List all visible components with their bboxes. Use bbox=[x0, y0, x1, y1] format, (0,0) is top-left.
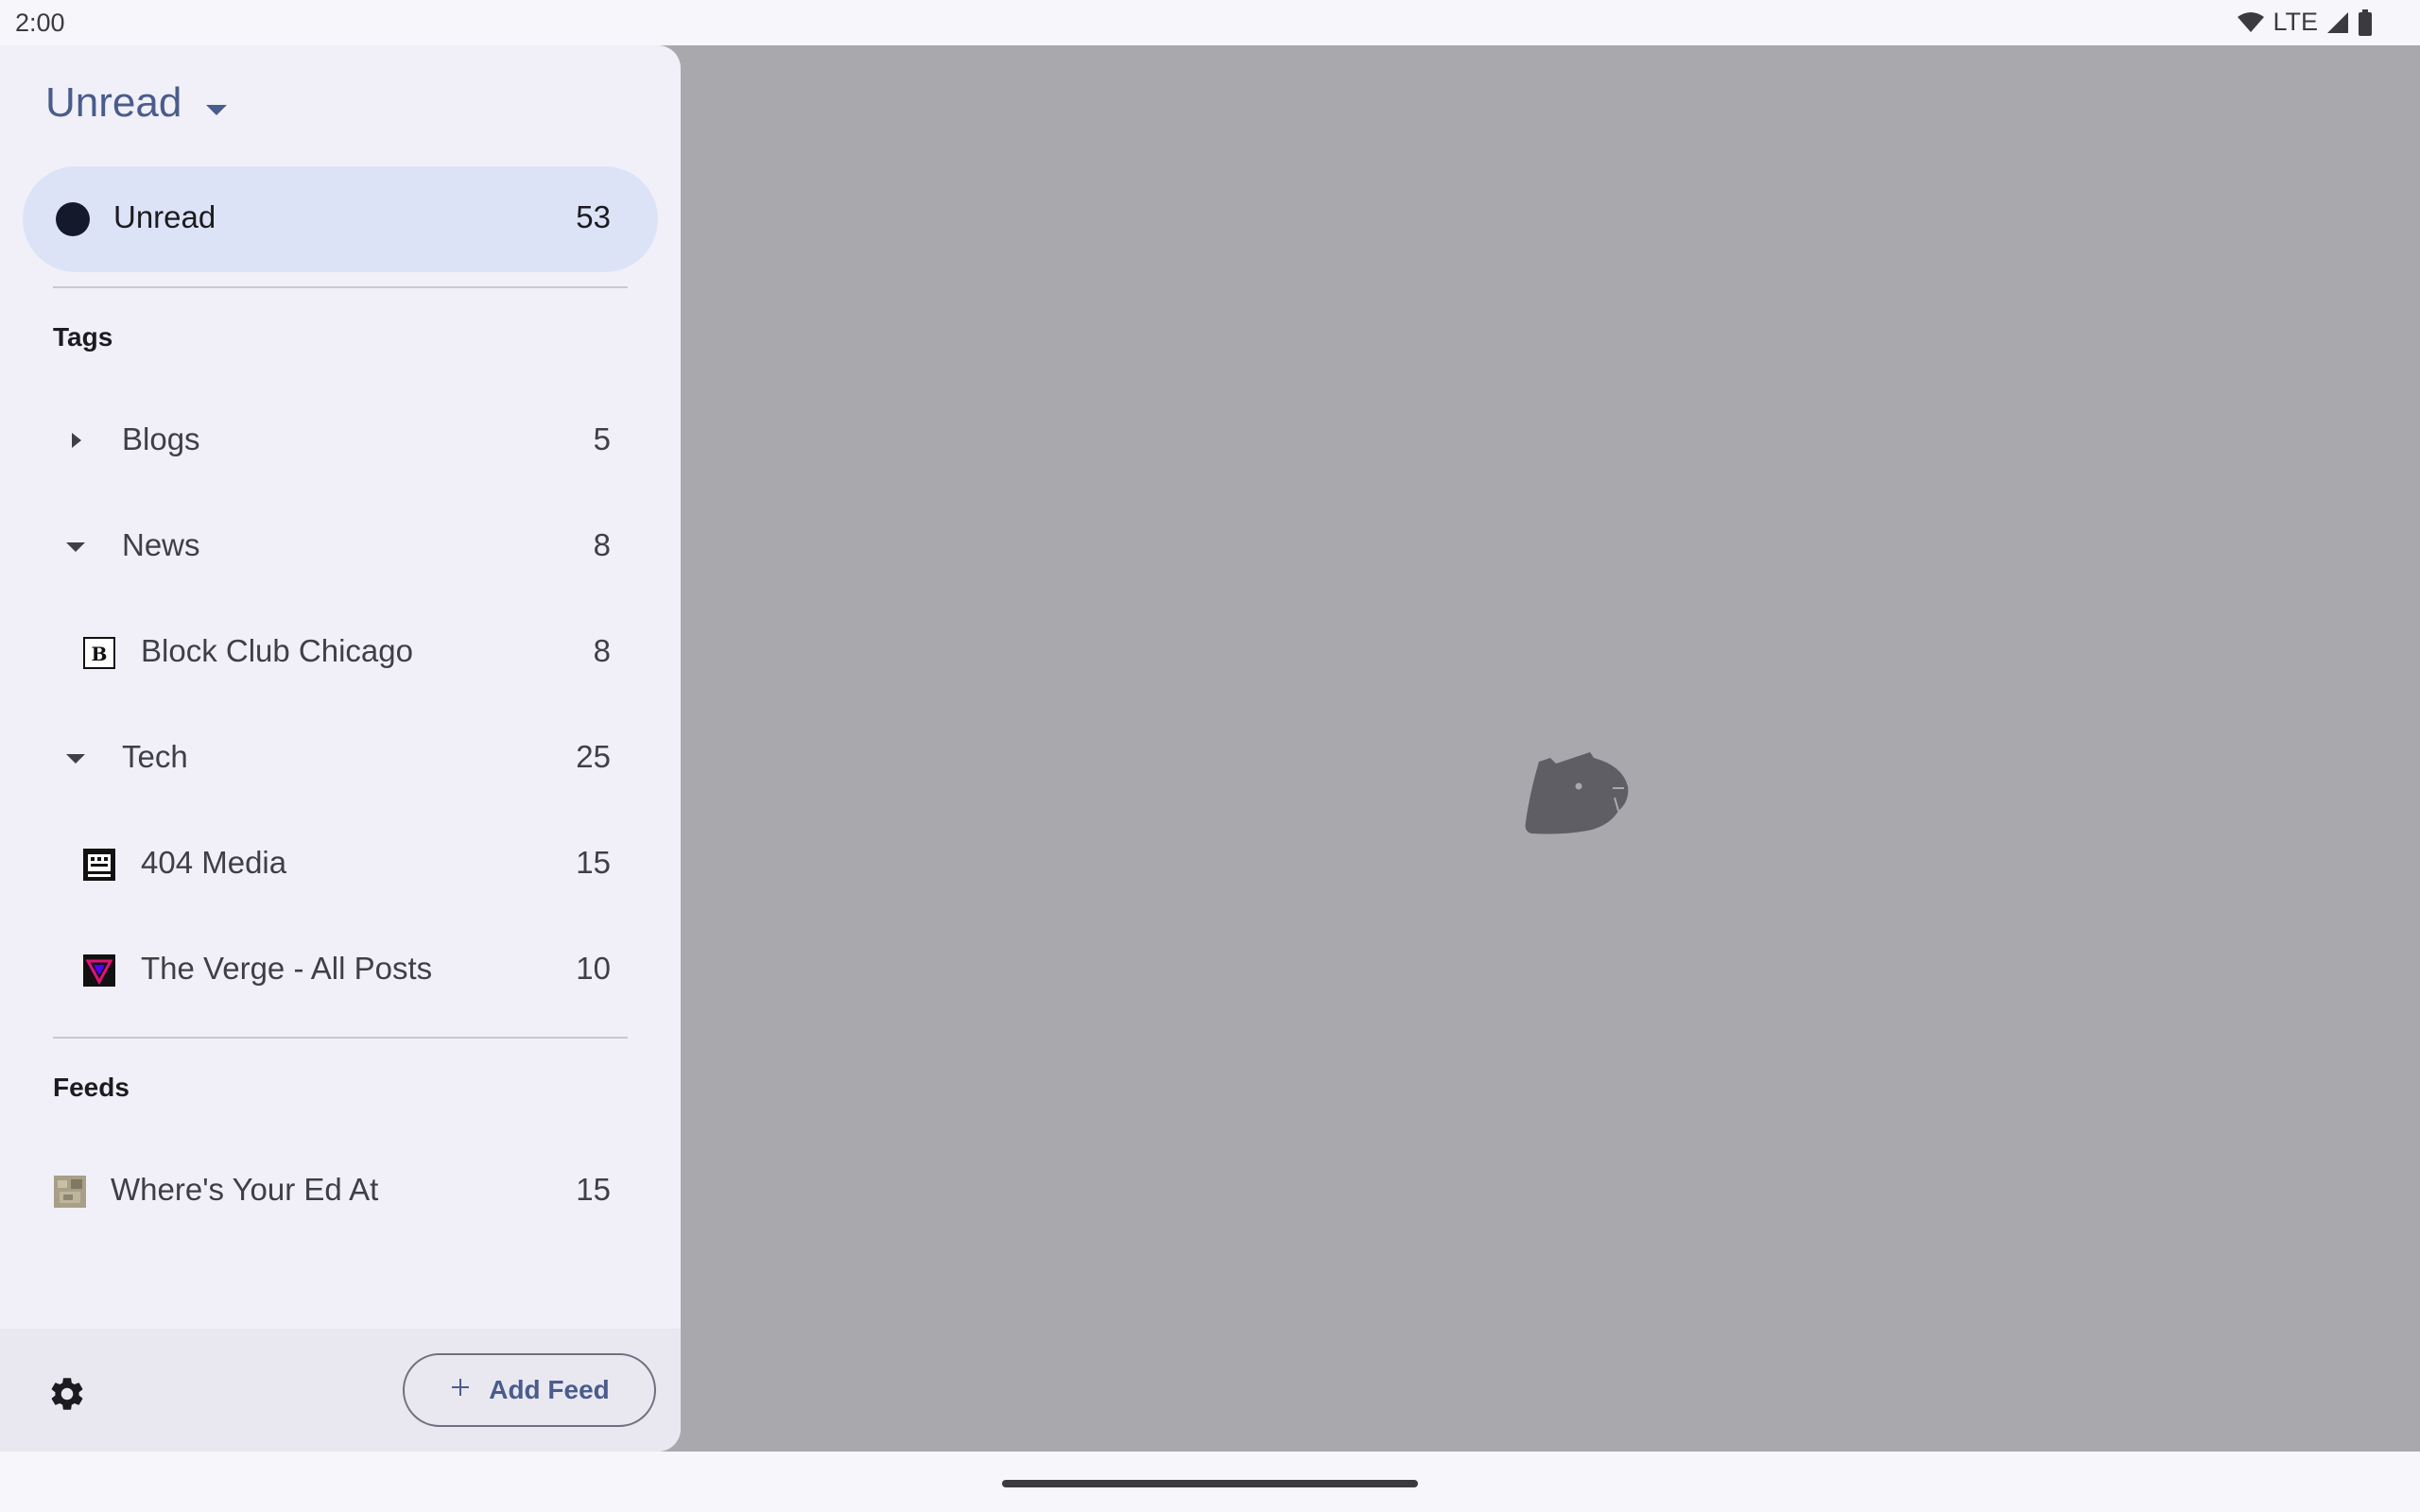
wifi-icon bbox=[2237, 11, 2265, 34]
tag-label: News bbox=[122, 527, 200, 562]
filter-dropdown[interactable]: Unread bbox=[45, 79, 228, 127]
feed-label: 404 Media bbox=[141, 845, 287, 880]
tag-item-news[interactable]: News 8 bbox=[0, 499, 681, 593]
tag-label: Blogs bbox=[122, 421, 200, 456]
tag-item-blogs[interactable]: Blogs 5 bbox=[0, 393, 681, 488]
chevron-right-icon[interactable] bbox=[60, 425, 91, 460]
capybara-logo-icon bbox=[1524, 752, 1630, 842]
battery-icon bbox=[2358, 9, 2373, 36]
caret-down-icon bbox=[206, 79, 228, 127]
divider bbox=[53, 286, 628, 288]
verge-favicon-icon bbox=[83, 954, 115, 987]
404-media-favicon-icon bbox=[83, 849, 115, 881]
tag-count: 8 bbox=[593, 527, 611, 562]
feeds-section-title: Feeds bbox=[53, 1073, 130, 1102]
plus-icon bbox=[449, 1375, 472, 1405]
tag-count: 25 bbox=[576, 739, 611, 774]
status-bar: 2:00 LTE bbox=[0, 0, 2420, 45]
feed-label: Block Club Chicago bbox=[141, 633, 413, 668]
chevron-down-icon[interactable] bbox=[60, 531, 91, 566]
block-club-favicon-icon: B bbox=[83, 637, 115, 669]
unread-label: Unread bbox=[113, 199, 216, 234]
divider bbox=[53, 1037, 628, 1039]
signal-icon bbox=[2325, 10, 2350, 35]
filter-dropdown-label: Unread bbox=[45, 79, 182, 126]
tag-label: Tech bbox=[122, 739, 188, 774]
status-icons: LTE bbox=[2237, 8, 2373, 37]
add-feed-label: Add Feed bbox=[489, 1375, 610, 1404]
feed-item-404-media[interactable]: 404 Media 15 bbox=[0, 816, 681, 911]
feed-count: 8 bbox=[593, 633, 611, 668]
network-type: LTE bbox=[2273, 8, 2318, 36]
feed-item-the-verge[interactable]: The Verge - All Posts 10 bbox=[0, 922, 681, 1017]
feed-item-wheres-your-ed-at[interactable]: Where's Your Ed At 15 bbox=[0, 1143, 681, 1238]
status-time: 2:00 bbox=[15, 9, 65, 37]
settings-gear-icon[interactable] bbox=[47, 1374, 87, 1418]
unread-count: 53 bbox=[576, 199, 611, 234]
tag-count: 5 bbox=[593, 421, 611, 456]
unread-dot-icon bbox=[56, 202, 90, 236]
feed-item-block-club-chicago[interactable]: B Block Club Chicago 8 bbox=[0, 605, 681, 699]
gesture-nav-bar bbox=[0, 1452, 2420, 1512]
add-feed-button[interactable]: Add Feed bbox=[403, 1353, 656, 1427]
navigation-drawer: Unread Unread 53 Tags Blogs 5 News 8 B B… bbox=[0, 45, 681, 1452]
feed-count: 15 bbox=[576, 1172, 611, 1207]
home-indicator[interactable] bbox=[1002, 1480, 1418, 1487]
drawer-footer: Add Feed bbox=[0, 1329, 681, 1452]
tag-item-tech[interactable]: Tech 25 bbox=[0, 711, 681, 805]
chevron-down-icon[interactable] bbox=[60, 743, 91, 778]
tags-section-title: Tags bbox=[53, 322, 113, 352]
feed-count: 10 bbox=[576, 951, 611, 986]
ed-at-favicon-icon bbox=[54, 1176, 86, 1208]
feed-label: Where's Your Ed At bbox=[111, 1172, 379, 1207]
feed-label: The Verge - All Posts bbox=[141, 951, 433, 986]
svg-text:B: B bbox=[92, 643, 108, 665]
unread-item[interactable]: Unread 53 bbox=[23, 166, 658, 272]
feed-count: 15 bbox=[576, 845, 611, 880]
